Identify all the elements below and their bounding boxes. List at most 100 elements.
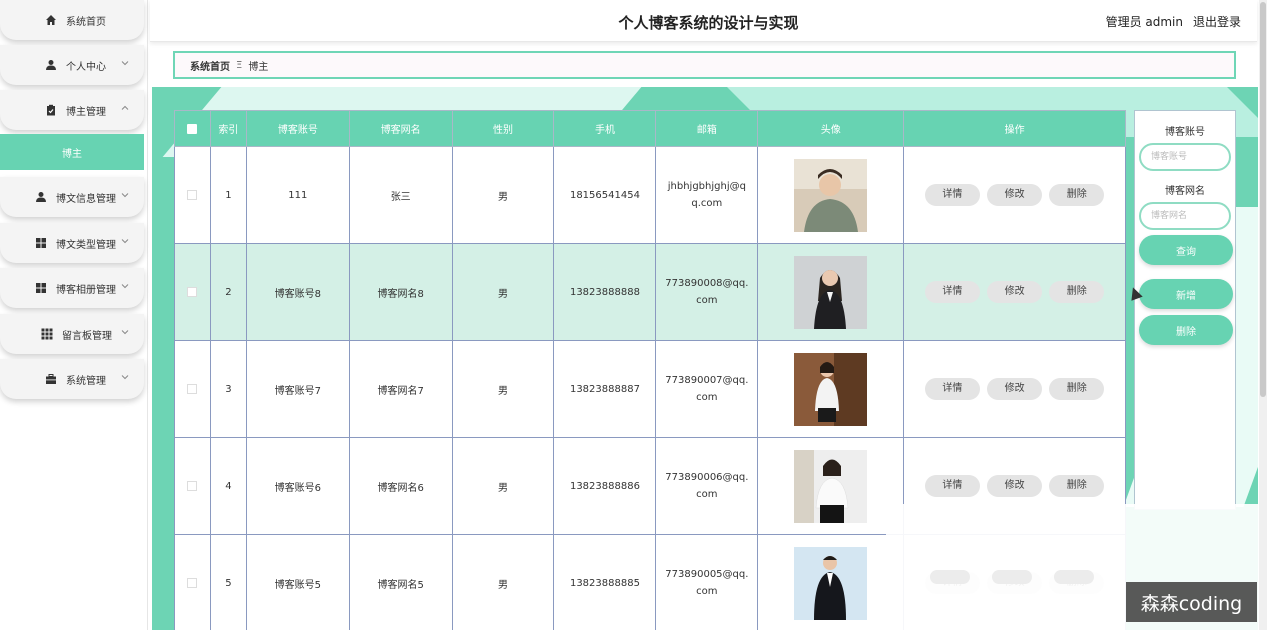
cell-account: 博客账号7 [245, 340, 350, 438]
chevron-up-icon [121, 105, 129, 110]
column-header: 头像 [757, 110, 905, 147]
chevron-down-icon [121, 61, 129, 66]
edit-button[interactable]: 修改 [987, 378, 1043, 400]
grid-icon [34, 236, 48, 250]
cell-name: 张三 [348, 146, 453, 244]
edit-button[interactable]: 修改 [987, 475, 1043, 497]
cell-gender: 男 [451, 146, 555, 244]
sidebar-item-profile[interactable]: 个人中心 [0, 45, 144, 85]
delete-button[interactable]: 删除 [1049, 184, 1105, 206]
cell-phone: 18156541454 [553, 146, 657, 244]
sidebar-item-label: 博文类型管理 [56, 239, 116, 251]
table-row[interactable]: 1 111 张三 男 18156541454 jhbhjgbhjghj@qq.c… [174, 146, 1126, 244]
cell-name: 博客网名8 [348, 243, 453, 341]
sidebar-item-home[interactable]: 系统首页 [0, 0, 144, 40]
scrollbar-thumb[interactable] [1260, 2, 1266, 397]
page-scrollbar[interactable] [1259, 0, 1267, 630]
cell-account: 博客账号5 [245, 534, 350, 630]
detail-button[interactable]: 详情 [924, 281, 980, 303]
cell-avatar [757, 243, 905, 341]
chevron-down-icon [121, 284, 129, 289]
delete-button[interactable]: 删除 [1049, 378, 1105, 400]
account-search-input[interactable] [1139, 143, 1231, 171]
chevron-down-icon [121, 330, 129, 335]
sidebar-item-guestbook[interactable]: 留言板管理 [0, 314, 144, 354]
cell-name: 博客网名7 [348, 340, 453, 438]
avatar-image [794, 352, 868, 426]
detail-button[interactable]: 详情 [924, 184, 980, 206]
row-checkbox[interactable] [187, 481, 198, 491]
detail-button[interactable]: 详情 [924, 475, 980, 497]
breadcrumb-home[interactable]: 系统首页 [190, 58, 230, 73]
cell-email: 773890008@qq.com [655, 243, 759, 341]
blurred-button [930, 570, 970, 584]
breadcrumb-separator: Ξ [236, 59, 243, 71]
sidebar-subitem-blogger[interactable]: 博主 [0, 134, 144, 170]
cell-index: 5 [209, 534, 247, 630]
cell-actions: 详情 修改 删除 [903, 146, 1126, 244]
sidebar-item-post-info[interactable]: 博文信息管理 [0, 177, 144, 217]
row-checkbox[interactable] [187, 287, 198, 297]
cell-account: 博客账号6 [245, 437, 350, 535]
cell-name: 博客网名6 [348, 437, 453, 535]
select-all-checkbox[interactable] [187, 123, 198, 134]
avatar-image [794, 449, 868, 523]
sidebar-item-label: 博文信息管理 [56, 193, 116, 205]
breadcrumb: 系统首页 Ξ 博主 [173, 51, 1236, 79]
breadcrumb-current: 博主 [248, 61, 269, 73]
row-checkbox[interactable] [187, 190, 198, 200]
sidebar-item-album[interactable]: 博客相册管理 [0, 268, 144, 308]
table-row[interactable]: 3 博客账号7 博客网名7 男 13823888887 773890007@qq… [174, 340, 1126, 438]
apps-icon [40, 327, 54, 341]
chevron-down-icon [121, 239, 129, 244]
add-button[interactable]: 新增 [1139, 279, 1233, 309]
grid-icon [34, 281, 48, 295]
cell-name: 博客网名5 [348, 534, 453, 630]
cell-index: 3 [209, 340, 247, 438]
home-icon [44, 13, 58, 27]
sidebar-item-blogger-mgmt[interactable]: 博主管理 [0, 90, 144, 130]
column-header: 博客账号 [245, 110, 350, 147]
cell-phone: 13823888885 [553, 534, 657, 630]
name-search-label: 博客网名 [1165, 186, 1205, 197]
cell-phone: 13823888887 [553, 340, 657, 438]
table-row[interactable]: 2 博客账号8 博客网名8 男 13823888888 773890008@qq… [174, 243, 1126, 341]
row-checkbox[interactable] [187, 578, 198, 588]
search-panel: 博客账号 博客网名 查询 新增 删除 [1134, 110, 1236, 510]
account-search-label: 博客账号 [1165, 127, 1205, 138]
cell-actions: 详情 修改 删除 [903, 340, 1126, 438]
cell-gender: 男 [451, 340, 555, 438]
avatar-image [794, 158, 868, 232]
sidebar-item-system[interactable]: 系统管理 [0, 359, 144, 399]
cell-gender: 男 [451, 437, 555, 535]
name-search-input[interactable] [1139, 202, 1231, 230]
chevron-down-icon [121, 193, 129, 198]
sidebar-item-label: 博主管理 [66, 106, 106, 118]
chevron-down-icon [121, 375, 129, 380]
delete-button[interactable]: 删除 [1049, 475, 1105, 497]
column-header: 性别 [451, 110, 555, 147]
cell-index: 4 [209, 437, 247, 535]
row-checkbox[interactable] [187, 384, 198, 394]
cell-avatar [757, 146, 905, 244]
edit-button[interactable]: 修改 [987, 281, 1043, 303]
logout-link[interactable]: 退出登录 [1193, 13, 1241, 30]
edit-button[interactable]: 修改 [987, 184, 1043, 206]
query-button[interactable]: 查询 [1139, 235, 1233, 265]
detail-button[interactable]: 详情 [924, 378, 980, 400]
top-header: 个人博客系统的设计与实现 管理员 admin 退出登录 [150, 0, 1257, 42]
delete-button[interactable]: 删除 [1049, 281, 1105, 303]
cell-account: 博客账号8 [245, 243, 350, 341]
sidebar-item-post-type[interactable]: 博文类型管理 [0, 223, 144, 263]
cell-index: 2 [209, 243, 247, 341]
batch-delete-button[interactable]: 删除 [1139, 315, 1233, 345]
cell-email: jhbhjgbhjghj@qq.com [655, 146, 759, 244]
column-header: 邮箱 [655, 110, 759, 147]
cell-account: 111 [245, 146, 350, 244]
column-header: 操作 [903, 110, 1126, 147]
sidebar-item-label: 留言板管理 [62, 330, 112, 342]
select-all-cell[interactable] [174, 110, 211, 147]
user-icon [34, 190, 48, 204]
avatar-image [794, 546, 868, 620]
blurred-button [1054, 570, 1094, 584]
